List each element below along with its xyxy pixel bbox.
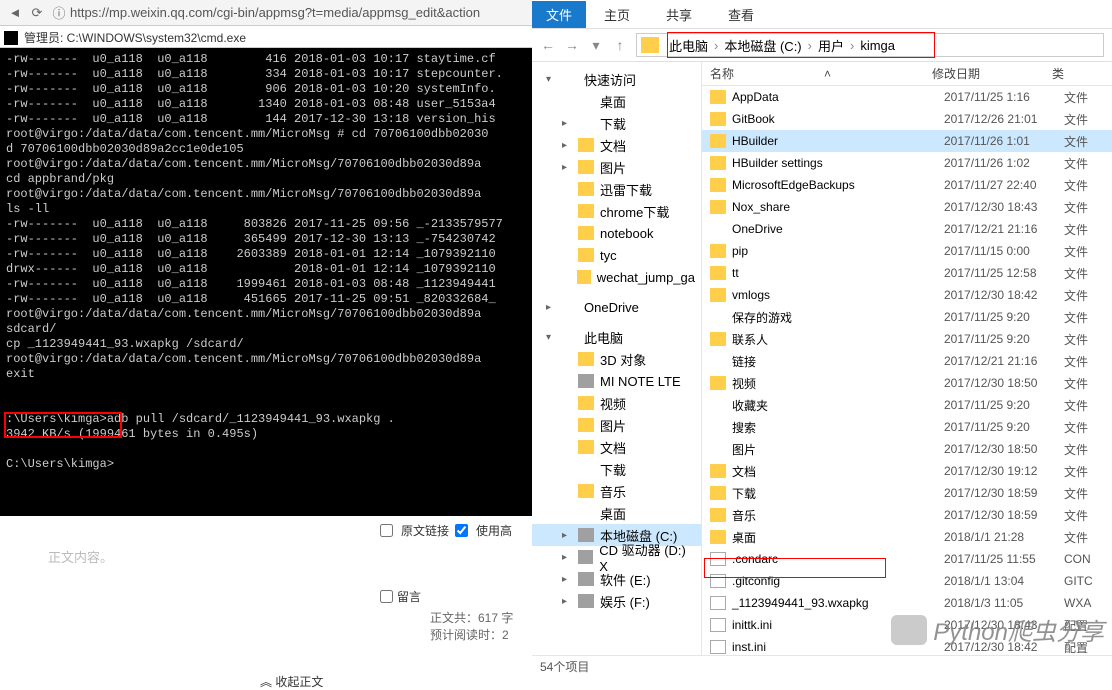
ribbon-tab-view[interactable]: 查看 — [710, 1, 772, 28]
sidebar-item[interactable]: 视频 — [532, 392, 701, 414]
file-row[interactable]: 视频2017/12/30 18:50文件 — [702, 372, 1112, 394]
file-row[interactable]: AppData2017/11/25 1:16文件 — [702, 86, 1112, 108]
file-row[interactable]: MicrosoftEdgeBackups2017/11/27 22:40文件 — [702, 174, 1112, 196]
file-row[interactable]: _1123949441_93.wxapkg2018/1/3 11:05WXA — [702, 592, 1112, 614]
sidebar-item[interactable]: 图片 — [532, 414, 701, 436]
sidebar-item[interactable]: 文档 — [532, 436, 701, 458]
back-icon[interactable]: ◄ — [4, 5, 26, 20]
info-icon[interactable]: ⓘ — [48, 3, 70, 22]
terminal[interactable]: -rw------- u0_a118 u0_a118 416 2018-01-0… — [0, 48, 532, 516]
sidebar-item[interactable]: chrome下载 — [532, 200, 701, 222]
highlight-box-wxapkg — [704, 558, 886, 578]
sidebar-item[interactable]: ▸下载 — [532, 112, 701, 134]
sidebar-item[interactable]: 音乐 — [532, 480, 701, 502]
file-row[interactable]: 桌面2018/1/1 21:28文件 — [702, 526, 1112, 548]
ribbon-tab-share[interactable]: 共享 — [648, 1, 710, 28]
watermark-text: Python爬虫分享 — [933, 612, 1104, 647]
orig-link-label: 原文链接 — [401, 522, 449, 539]
sidebar-item[interactable]: 下载 — [532, 458, 701, 480]
reply-label: 留言 — [397, 588, 421, 605]
sidebar: ▾快速访问桌面▸下载▸文档▸图片迅雷下载chrome下载notebooktycw… — [532, 62, 702, 655]
reply-checkbox[interactable] — [380, 590, 393, 603]
sidebar-item[interactable]: 桌面 — [532, 90, 701, 112]
col-name[interactable]: 名称 — [710, 65, 734, 82]
sidebar-item[interactable]: 3D 对象 — [532, 348, 701, 370]
file-row[interactable]: OneDrive2017/12/21 21:16文件 — [702, 218, 1112, 240]
sidebar-item[interactable]: notebook — [532, 222, 701, 244]
breadcrumb[interactable]: 此电脑› 本地磁盘 (C:)› 用户› kimga — [636, 33, 1104, 57]
highlight-box-breadcrumb — [667, 32, 935, 58]
file-row[interactable]: 收藏夹2017/11/25 9:20文件 — [702, 394, 1112, 416]
sidebar-item[interactable]: tyc — [532, 244, 701, 266]
body-placeholder[interactable]: 正文内容。 — [48, 547, 532, 566]
sidebar-item[interactable]: 桌面 — [532, 502, 701, 524]
url-text[interactable]: https://mp.weixin.qq.com/cgi-bin/appmsg?… — [70, 5, 480, 20]
sidebar-item[interactable]: MI NOTE LTE — [532, 370, 701, 392]
orig-link-checkbox[interactable] — [380, 524, 393, 537]
nav-up-icon[interactable]: ↑ — [612, 37, 628, 53]
reload-icon[interactable]: ⟳ — [26, 5, 48, 21]
column-headers: 名称 ˄ 修改日期 类 — [702, 62, 1112, 86]
file-row[interactable]: pip2017/11/15 0:00文件 — [702, 240, 1112, 262]
file-row[interactable]: HBuilder2017/11/26 1:01文件 — [702, 130, 1112, 152]
ribbon-tab-home[interactable]: 主页 — [586, 1, 648, 28]
cmd-icon — [4, 31, 18, 45]
use-high-label: 使用高 — [476, 522, 512, 539]
sidebar-item[interactable]: ▸CD 驱动器 (D:) X — [532, 546, 701, 568]
folder-icon — [641, 37, 659, 53]
sidebar-item[interactable]: wechat_jump_ga — [532, 266, 701, 288]
word-count: 正文共：617 字 — [430, 609, 532, 626]
col-date[interactable]: 修改日期 — [932, 65, 1052, 82]
file-row[interactable]: 联系人2017/11/25 9:20文件 — [702, 328, 1112, 350]
nav-back-icon[interactable]: ← — [540, 37, 556, 53]
file-row[interactable]: 搜索2017/11/25 9:20文件 — [702, 416, 1112, 438]
sidebar-item[interactable]: ▸OneDrive — [532, 296, 701, 318]
wechat-icon — [891, 615, 927, 645]
use-high-checkbox[interactable] — [455, 524, 468, 537]
collapse-label: 收起正文 — [275, 675, 323, 689]
sort-icon[interactable]: ˄ — [824, 67, 831, 81]
chevron-up-icon: ︽ — [260, 675, 272, 689]
sidebar-item[interactable]: ▸图片 — [532, 156, 701, 178]
cmd-titlebar: 管理员: C:\WINDOWS\system32\cmd.exe — [0, 28, 532, 48]
nav-fwd-icon[interactable]: → — [564, 37, 580, 53]
status-bar: 54个项目 — [532, 655, 1112, 675]
sidebar-item[interactable]: ▾快速访问 — [532, 68, 701, 90]
read-time: 预计阅读时：2 — [430, 626, 532, 643]
checkbox-row: 原文链接 使用高 — [380, 522, 532, 539]
ribbon: 文件 主页 共享 查看 — [532, 0, 1112, 28]
sidebar-item[interactable]: ▾此电脑 — [532, 326, 701, 348]
file-row[interactable]: 下载2017/12/30 18:59文件 — [702, 482, 1112, 504]
file-row[interactable]: 文档2017/12/30 19:12文件 — [702, 460, 1112, 482]
sidebar-item[interactable]: 迅雷下载 — [532, 178, 701, 200]
file-row[interactable]: Nox_share2017/12/30 18:43文件 — [702, 196, 1112, 218]
cmd-title-text: 管理员: C:\WINDOWS\system32\cmd.exe — [24, 29, 246, 46]
file-row[interactable]: 音乐2017/12/30 18:59文件 — [702, 504, 1112, 526]
file-row[interactable]: GitBook2017/12/26 21:01文件 — [702, 108, 1112, 130]
highlight-box-prompt — [4, 412, 122, 438]
nav-recent-icon[interactable]: ▾ — [588, 37, 604, 54]
col-type[interactable]: 类 — [1052, 65, 1092, 82]
ribbon-tab-file[interactable]: 文件 — [532, 1, 586, 28]
sidebar-item[interactable]: ▸娱乐 (F:) — [532, 590, 701, 612]
file-row[interactable]: vmlogs2017/12/30 18:42文件 — [702, 284, 1112, 306]
editor-panel: 原文链接 使用高 正文内容。 留言 正文共：617 字 预计阅读时：2 ︽ 收起… — [0, 516, 532, 676]
browser-bar: ◄ ⟳ ⓘ https://mp.weixin.qq.com/cgi-bin/a… — [0, 0, 532, 26]
sidebar-item[interactable]: ▸文档 — [532, 134, 701, 156]
watermark: Python爬虫分享 — [891, 612, 1104, 647]
file-row[interactable]: 保存的游戏2017/11/25 9:20文件 — [702, 306, 1112, 328]
nav-row: ← → ▾ ↑ 此电脑› 本地磁盘 (C:)› 用户› kimga — [532, 28, 1112, 62]
collapse-row[interactable]: ︽ 收起正文 — [260, 673, 532, 690]
file-row[interactable]: 图片2017/12/30 18:50文件 — [702, 438, 1112, 460]
file-row[interactable]: tt2017/11/25 12:58文件 — [702, 262, 1112, 284]
file-row[interactable]: 链接2017/12/21 21:16文件 — [702, 350, 1112, 372]
file-row[interactable]: HBuilder settings2017/11/26 1:02文件 — [702, 152, 1112, 174]
